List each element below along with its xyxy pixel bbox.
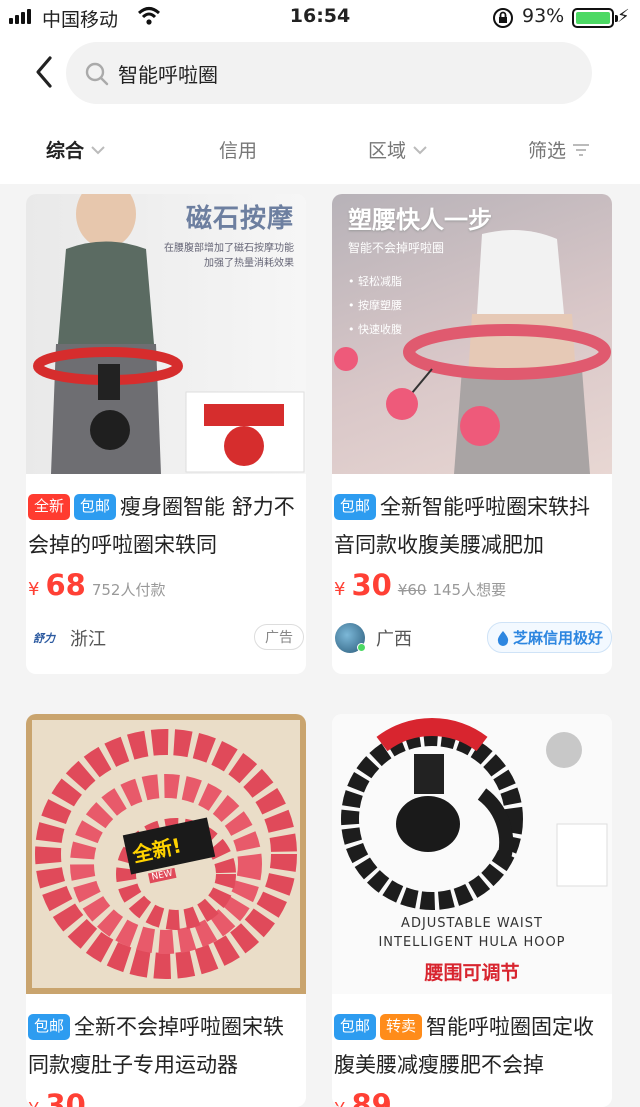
currency-symbol: ¥: [334, 1099, 345, 1107]
product-card[interactable]: ADJUSTABLE WAIST INTELLIGENT HULA HOOP 腰…: [332, 714, 612, 1107]
avatar[interactable]: [332, 623, 368, 653]
feature-item: • 快速收腹: [348, 323, 402, 336]
filter-label: 信用: [219, 140, 258, 162]
currency-symbol: ¥: [334, 579, 346, 600]
seller-row: 广西 芝麻信用极好: [332, 622, 612, 654]
image-headline: 塑腰快人一步: [348, 206, 492, 234]
search-header: [0, 36, 640, 114]
search-icon: [85, 62, 109, 86]
rotation-lock-icon: [493, 8, 513, 28]
payment-count: 752人付款: [91, 581, 166, 599]
battery-icon: [572, 8, 618, 28]
seller-region: 浙江: [70, 629, 106, 650]
want-count: 145人想要: [432, 581, 507, 599]
image-caption: 在腰腹部增加了磁石按摩功能: [164, 243, 294, 254]
filter-icon: [573, 143, 590, 156]
price: 89: [351, 1088, 392, 1107]
image-headline: 磁石按摩: [185, 204, 294, 234]
online-dot-icon: [357, 643, 366, 652]
filter-comprehensive[interactable]: 综合: [46, 136, 106, 163]
product-image: 磁石按摩 在腰腹部增加了磁石按摩功能 加强了热量消耗效果: [26, 194, 306, 474]
filter-label: 区域: [368, 140, 407, 162]
image-headline: 腰围可调节: [424, 962, 520, 984]
status-bar: 中国移动 16:54 93% ⚡: [0, 0, 640, 36]
filter-label: 筛选: [528, 140, 567, 162]
credit-badge-label: 芝麻信用极好: [512, 629, 603, 647]
tag-new: 全新: [28, 494, 71, 520]
tag-free-shipping: 包邮: [28, 1014, 71, 1040]
feature-list: • 轻松减脂 • 按摩塑腰 • 快速收腹: [348, 270, 492, 342]
product-title: 包邮 全新不会掉呼啦圈宋轶同款瘦肚子专用运动器: [26, 1008, 306, 1084]
tag-free-shipping: 包邮: [74, 494, 117, 520]
tag-free-shipping: 包邮: [334, 1014, 377, 1040]
chevron-down-icon: [413, 145, 427, 154]
filter-credit[interactable]: 信用: [219, 136, 257, 163]
product-title: 全新 包邮 瘦身圈智能 舒力不会掉的呼啦圈宋轶同: [26, 488, 306, 564]
product-image: 塑腰快人一步 智能不会掉呼啦圈 • 轻松减脂 • 按摩塑腰 • 快速收腹: [332, 194, 612, 474]
product-title: 包邮 全新智能呼啦圈宋轶抖音同款收腹美腰减肥加: [332, 488, 612, 564]
filter-bar: 综合 信用 区域 筛选: [0, 114, 640, 184]
price-row: ¥ 30 ¥60 145人想要: [334, 568, 506, 602]
seller-row: 舒力 浙江 广告: [26, 622, 306, 654]
brand-logo-text: 舒力: [33, 632, 55, 645]
filter-screen[interactable]: 筛选: [528, 136, 590, 163]
currency-symbol: ¥: [28, 579, 40, 600]
filter-region[interactable]: 区域: [368, 136, 428, 163]
seller-region: 广西: [376, 629, 412, 650]
price: 68: [45, 568, 86, 602]
price: 30: [351, 568, 392, 602]
currency-symbol: ¥: [28, 1099, 39, 1107]
image-caption: 智能不会掉呼啦圈: [348, 241, 445, 255]
search-input[interactable]: [118, 56, 568, 90]
chevron-down-icon: [91, 145, 105, 154]
tag-resale: 转卖: [380, 1014, 423, 1040]
back-arrow-icon[interactable]: [26, 52, 66, 92]
feature-item: • 轻松减脂: [348, 275, 402, 288]
brand-logo: 舒力: [26, 624, 62, 652]
tag-free-shipping: 包邮: [334, 494, 377, 520]
product-card[interactable]: 磁石按摩 在腰腹部增加了磁石按摩功能 加强了热量消耗效果 全新 包邮 瘦身圈智能 舒…: [26, 194, 306, 674]
ad-badge: 广告: [254, 624, 304, 650]
filter-label: 综合: [46, 140, 85, 162]
image-caption: 加强了热量消耗效果: [204, 258, 294, 269]
original-price: ¥60: [397, 581, 427, 599]
sesame-credit-icon: [497, 630, 509, 646]
charging-icon: ⚡: [617, 6, 630, 27]
battery-percent: 93%: [522, 5, 565, 27]
price: 30: [45, 1088, 86, 1107]
product-image: 全新! NEW: [26, 714, 306, 994]
image-caption: ADJUSTABLE WAIST: [401, 916, 543, 931]
price-row: ¥ 30: [28, 1088, 86, 1107]
price-row: ¥ 68 752人付款: [28, 568, 165, 602]
credit-badge: 芝麻信用极好: [486, 622, 612, 653]
product-image: ADJUSTABLE WAIST INTELLIGENT HULA HOOP 腰…: [332, 714, 612, 994]
product-title: 包邮 转卖 智能呼啦圈固定收腹美腰减瘦腰肥不会掉: [332, 1008, 612, 1084]
price-row: ¥ 89: [334, 1088, 392, 1107]
product-card[interactable]: 全新! NEW 包邮全新不会掉呼啦圈宋轶同款瘦肚子专用运动器 ¥ 30: [26, 714, 306, 1107]
search-bar[interactable]: [66, 42, 592, 104]
product-card[interactable]: 塑腰快人一步 智能不会掉呼啦圈 • 轻松减脂 • 按摩塑腰 • 快速收腹 包邮全…: [332, 194, 612, 674]
feature-item: • 按摩塑腰: [348, 299, 402, 312]
image-caption: INTELLIGENT HULA HOOP: [378, 935, 566, 950]
